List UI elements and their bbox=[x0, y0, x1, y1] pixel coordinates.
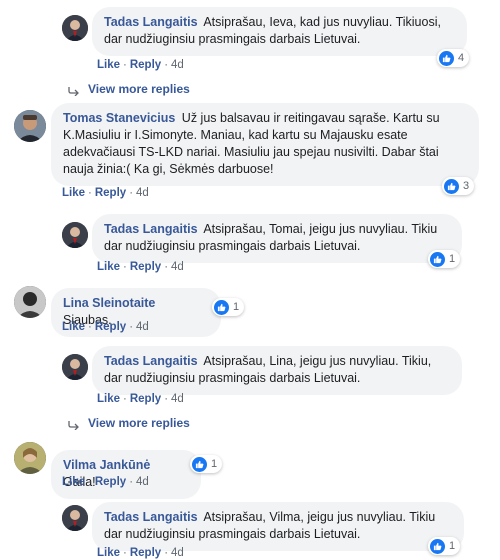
reply-link[interactable]: Reply bbox=[130, 261, 161, 273]
thumbs-up-icon bbox=[214, 299, 229, 315]
like-link[interactable]: Like bbox=[97, 261, 120, 273]
reaction-number: 1 bbox=[233, 301, 240, 313]
like-link[interactable]: Like bbox=[62, 187, 85, 199]
comment-thread: Tadas Langaitis Atsiprašau, Ieva, kad ju… bbox=[0, 0, 500, 560]
reply-arrow-icon bbox=[68, 419, 80, 431]
like-link[interactable]: Like bbox=[62, 476, 85, 488]
comment-actions: Like · Reply · 4d bbox=[62, 476, 149, 488]
avatar[interactable] bbox=[14, 286, 46, 318]
comment-actions: Like · Reply · 4d bbox=[97, 59, 184, 71]
reaction-number: 1 bbox=[449, 253, 456, 265]
reaction-count[interactable]: 1 bbox=[428, 537, 461, 555]
comment-author[interactable]: Tadas Langaitis bbox=[104, 222, 198, 236]
view-more-label: View more replies bbox=[88, 416, 190, 430]
comment-time[interactable]: 4d bbox=[136, 321, 149, 333]
reaction-number: 1 bbox=[211, 458, 218, 470]
comment-time[interactable]: 4d bbox=[171, 261, 184, 273]
comment-actions: Like · Reply · 4d bbox=[97, 393, 184, 405]
reply-link[interactable]: Reply bbox=[95, 187, 126, 199]
reaction-number: 4 bbox=[458, 52, 465, 64]
like-link[interactable]: Like bbox=[97, 547, 120, 559]
comment-time[interactable]: 4d bbox=[136, 187, 149, 199]
comment-bubble: Tadas Langaitis Atsiprašau, Ieva, kad ju… bbox=[92, 7, 467, 56]
comment-author[interactable]: Tadas Langaitis bbox=[104, 510, 198, 524]
comment-actions: Like · Reply · 4d bbox=[62, 321, 149, 333]
comment-time[interactable]: 4d bbox=[171, 59, 184, 71]
comment-bubble: Tadas Langaitis Atsiprašau, Vilma, jeigu… bbox=[92, 502, 464, 551]
reaction-number: 3 bbox=[463, 180, 470, 192]
avatar[interactable] bbox=[62, 222, 88, 248]
thumbs-up-icon bbox=[430, 538, 445, 554]
avatar[interactable] bbox=[62, 505, 88, 531]
comment-bubble: Tomas Stanevicius Už jus balsavau ir rei… bbox=[51, 103, 479, 186]
reply-link[interactable]: Reply bbox=[95, 321, 126, 333]
avatar[interactable] bbox=[14, 442, 46, 474]
reaction-count[interactable]: 1 bbox=[190, 455, 223, 473]
reaction-count[interactable]: 1 bbox=[428, 250, 461, 268]
thumbs-up-icon bbox=[444, 178, 459, 194]
comment-bubble: Vilma Jankūnė Gaila! bbox=[51, 450, 201, 499]
comment-bubble: Tadas Langaitis Atsiprašau, Tomai, jeigu… bbox=[92, 214, 462, 263]
comment-author[interactable]: Tomas Stanevicius bbox=[63, 111, 175, 125]
comment-bubble: Tadas Langaitis Atsiprašau, Lina, jeigu … bbox=[92, 346, 462, 395]
view-more-label: View more replies bbox=[88, 82, 190, 96]
comment-author[interactable]: Lina Sleinotaite bbox=[63, 296, 155, 310]
reply-link[interactable]: Reply bbox=[130, 59, 161, 71]
thumbs-up-icon bbox=[430, 251, 445, 267]
comment-author[interactable]: Vilma Jankūnė bbox=[63, 458, 150, 472]
comment-time[interactable]: 4d bbox=[171, 393, 184, 405]
like-link[interactable]: Like bbox=[97, 393, 120, 405]
comment-actions: Like · Reply · 4d bbox=[97, 261, 184, 273]
thumbs-up-icon bbox=[192, 456, 207, 472]
comment-actions: Like · Reply · 4d bbox=[62, 187, 149, 199]
comment-time[interactable]: 4d bbox=[136, 476, 149, 488]
reply-link[interactable]: Reply bbox=[130, 393, 161, 405]
reaction-count[interactable]: 3 bbox=[442, 177, 475, 195]
thumbs-up-icon bbox=[439, 50, 454, 66]
comment-author[interactable]: Tadas Langaitis bbox=[104, 15, 198, 29]
reply-arrow-icon bbox=[68, 85, 80, 97]
view-more-replies[interactable]: View more replies bbox=[68, 416, 190, 431]
like-link[interactable]: Like bbox=[62, 321, 85, 333]
comment-time[interactable]: 4d bbox=[171, 547, 184, 559]
avatar[interactable] bbox=[62, 15, 88, 41]
view-more-replies[interactable]: View more replies bbox=[68, 82, 190, 97]
comment-author[interactable]: Tadas Langaitis bbox=[104, 354, 198, 368]
like-link[interactable]: Like bbox=[97, 59, 120, 71]
reply-link[interactable]: Reply bbox=[130, 547, 161, 559]
reaction-count[interactable]: 4 bbox=[437, 49, 470, 67]
reaction-count[interactable]: 1 bbox=[212, 298, 245, 316]
avatar[interactable] bbox=[14, 110, 46, 142]
reaction-number: 1 bbox=[449, 540, 456, 552]
avatar[interactable] bbox=[62, 354, 88, 380]
comment-actions: Like · Reply · 4d bbox=[97, 547, 184, 559]
reply-link[interactable]: Reply bbox=[95, 476, 126, 488]
